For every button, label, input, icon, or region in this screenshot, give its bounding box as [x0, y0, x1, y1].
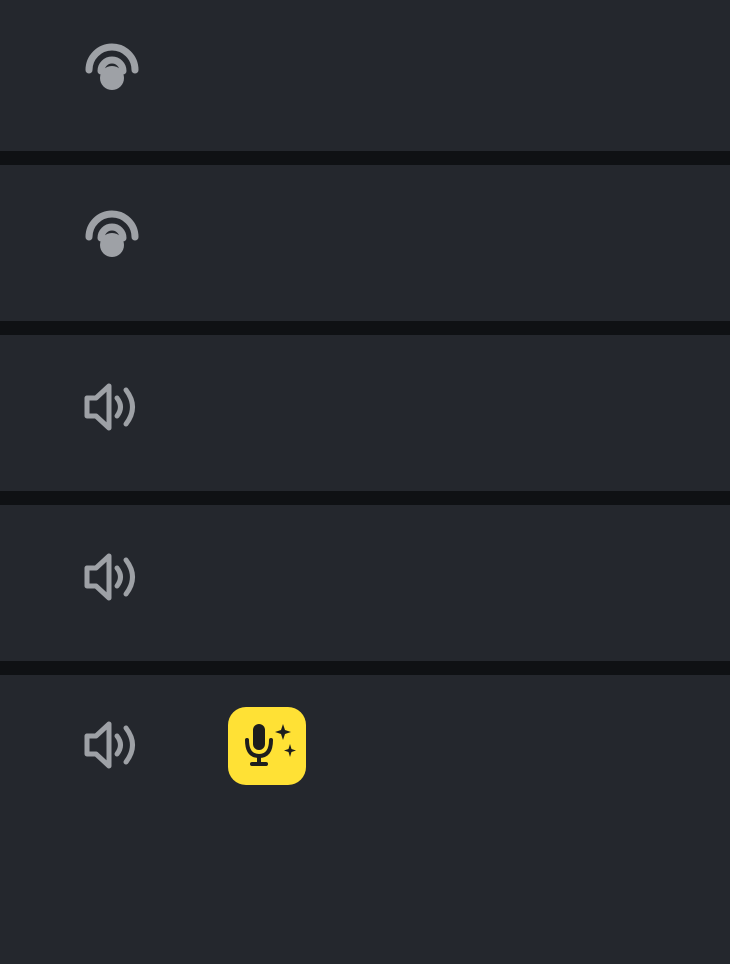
- hearing-icon: [82, 207, 142, 267]
- icon-list: [0, 0, 730, 964]
- hearing-icon: [82, 40, 142, 100]
- ai-voice-button[interactable]: [228, 707, 306, 785]
- speaker-icon: [82, 715, 142, 775]
- list-row-2[interactable]: [0, 165, 730, 321]
- list-row-4[interactable]: [0, 505, 730, 661]
- list-row-3[interactable]: [0, 335, 730, 491]
- speaker-icon: [82, 377, 142, 437]
- list-row-1[interactable]: [0, 0, 730, 151]
- list-row-5[interactable]: [0, 675, 730, 964]
- speaker-icon: [82, 547, 142, 607]
- ai-voice-mic-sparkle-icon: [228, 707, 306, 785]
